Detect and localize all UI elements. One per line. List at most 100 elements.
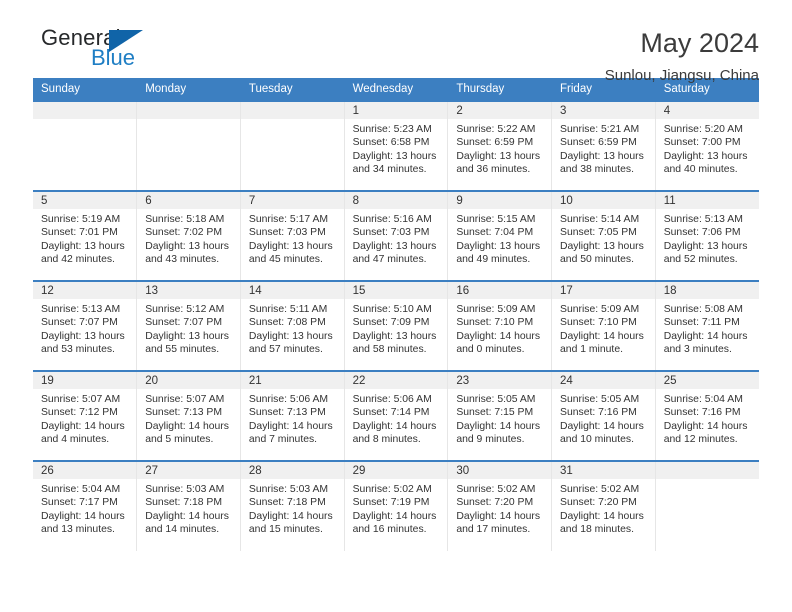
calendar-day-cell[interactable]: 22 Sunrise: 5:06 AM Sunset: 7:14 PM Dayligh…	[344, 370, 449, 461]
calendar-week-row: 1 Sunrise: 5:23 AM Sunset: 6:58 PM Daylight…	[33, 100, 759, 191]
sunrise-text: Sunrise: 5:18 AM	[145, 214, 225, 225]
sunset-text: Sunset: 7:19 PM	[352, 497, 430, 509]
daylight-text: Daylight: 14 hours and 12 minutes.	[663, 420, 748, 446]
sunrise-text: Sunrise: 5:03 AM	[145, 484, 225, 495]
calendar-day-cell[interactable]: 20 Sunrise: 5:07 AM Sunset: 7:13 PM Dayligh…	[136, 370, 241, 461]
calendar-day-cell[interactable]: 23 Sunrise: 5:05 AM Sunset: 7:15 PM Dayligh…	[447, 370, 553, 461]
calendar-day-cell[interactable]: 21 Sunrise: 5:06 AM Sunset: 7:13 PM Dayligh…	[240, 370, 345, 461]
sunset-text: Sunset: 7:16 PM	[663, 407, 741, 419]
sunrise-text: Sunrise: 5:07 AM	[145, 394, 225, 405]
day-details: Sunrise: 5:21 AM Sunset: 6:59 PM Daylight:…	[552, 119, 655, 177]
day-cell-content: 19 Sunrise: 5:07 AM Sunset: 7:12 PM Dayligh…	[33, 372, 137, 460]
calendar-day-cell[interactable]: 24 Sunrise: 5:05 AM Sunset: 7:16 PM Dayligh…	[551, 370, 656, 461]
day-number: 6	[137, 192, 240, 209]
calendar-day-cell[interactable]: 19 Sunrise: 5:07 AM Sunset: 7:12 PM Dayligh…	[33, 370, 138, 461]
day-cell-content: 29 Sunrise: 5:02 AM Sunset: 7:19 PM Dayligh…	[344, 462, 448, 551]
calendar-day-cell[interactable]: 7 Sunrise: 5:17 AM Sunset: 7:03 PM Daylight…	[240, 190, 345, 281]
calendar-day-cell[interactable]: 30 Sunrise: 5:02 AM Sunset: 7:20 PM Dayligh…	[447, 460, 553, 551]
daylight-text: Daylight: 13 hours and 43 minutes.	[145, 240, 229, 266]
sunset-text: Sunset: 7:03 PM	[352, 227, 430, 239]
day-details: Sunrise: 5:03 AM Sunset: 7:18 PM Daylight:…	[241, 479, 344, 537]
calendar-day-cell[interactable]: 27 Sunrise: 5:03 AM Sunset: 7:18 PM Dayligh…	[136, 460, 241, 551]
calendar-day-cell[interactable]: 25 Sunrise: 5:04 AM Sunset: 7:16 PM Dayligh…	[655, 370, 759, 461]
daylight-text: Daylight: 13 hours and 58 minutes.	[352, 330, 437, 356]
day-number: 1	[344, 102, 448, 119]
day-number: 3	[552, 102, 655, 119]
calendar-day-cell[interactable]: 28 Sunrise: 5:03 AM Sunset: 7:18 PM Dayligh…	[240, 460, 345, 551]
calendar-day-cell[interactable]: 26 Sunrise: 5:04 AM Sunset: 7:17 PM Dayligh…	[33, 460, 138, 551]
calendar-day-cell-empty	[136, 100, 241, 191]
day-cell-content: 24 Sunrise: 5:05 AM Sunset: 7:16 PM Dayligh…	[552, 372, 655, 460]
daylight-text: Daylight: 13 hours and 49 minutes.	[456, 240, 541, 266]
weekday-header-monday: Monday	[136, 78, 241, 101]
sunrise-text: Sunrise: 5:03 AM	[248, 484, 329, 495]
sunset-text: Sunset: 6:59 PM	[560, 137, 637, 149]
sunrise-text: Sunrise: 5:04 AM	[41, 484, 121, 495]
daylight-text: Daylight: 14 hours and 17 minutes.	[456, 510, 541, 536]
day-details: Sunrise: 5:16 AM Sunset: 7:03 PM Daylight:…	[345, 209, 448, 267]
daylight-text: Daylight: 14 hours and 18 minutes.	[560, 510, 644, 536]
calendar-day-cell[interactable]: 6 Sunrise: 5:18 AM Sunset: 7:02 PM Daylight…	[136, 190, 241, 281]
daylight-text: Daylight: 14 hours and 10 minutes.	[560, 420, 644, 446]
sunrise-text: Sunrise: 5:17 AM	[248, 214, 329, 225]
calendar-day-cell[interactable]: 31 Sunrise: 5:02 AM Sunset: 7:20 PM Dayligh…	[551, 460, 656, 551]
day-cell-content	[33, 102, 137, 190]
day-cell-content: 14 Sunrise: 5:11 AM Sunset: 7:08 PM Dayligh…	[240, 282, 344, 370]
day-number: 28	[240, 462, 344, 479]
sunset-text: Sunset: 7:16 PM	[560, 407, 637, 419]
day-number: 22	[344, 372, 448, 389]
calendar-page: General Blue May 2024 Sunlou, Jiangsu, C…	[0, 0, 792, 612]
sunset-text: Sunset: 7:02 PM	[145, 227, 223, 239]
calendar-day-cell[interactable]: 10 Sunrise: 5:14 AM Sunset: 7:05 PM Dayligh…	[551, 190, 656, 281]
calendar-day-cell[interactable]: 3 Sunrise: 5:21 AM Sunset: 6:59 PM Daylight…	[551, 100, 656, 191]
day-details: Sunrise: 5:19 AM Sunset: 7:01 PM Daylight:…	[33, 209, 136, 267]
daylight-text: Daylight: 14 hours and 0 minutes.	[456, 330, 541, 356]
day-details: Sunrise: 5:08 AM Sunset: 7:11 PM Daylight:…	[656, 299, 759, 357]
day-number: 12	[33, 282, 137, 299]
day-number	[137, 102, 240, 119]
day-details: Sunrise: 5:10 AM Sunset: 7:09 PM Daylight:…	[345, 299, 448, 357]
calendar-day-cell[interactable]: 15 Sunrise: 5:10 AM Sunset: 7:09 PM Dayligh…	[344, 280, 449, 371]
sunrise-text: Sunrise: 5:13 AM	[663, 214, 743, 225]
calendar-day-cell-empty	[655, 460, 759, 551]
calendar-day-cell[interactable]: 17 Sunrise: 5:09 AM Sunset: 7:10 PM Dayligh…	[551, 280, 656, 371]
calendar-day-cell[interactable]: 2 Sunrise: 5:22 AM Sunset: 6:59 PM Daylight…	[447, 100, 553, 191]
day-number: 4	[655, 102, 759, 119]
calendar-day-cell[interactable]: 14 Sunrise: 5:11 AM Sunset: 7:08 PM Dayligh…	[240, 280, 345, 371]
calendar-day-cell[interactable]: 16 Sunrise: 5:09 AM Sunset: 7:10 PM Dayligh…	[447, 280, 553, 371]
day-number	[655, 462, 759, 479]
sunrise-text: Sunrise: 5:05 AM	[560, 394, 640, 405]
daylight-text: Daylight: 14 hours and 4 minutes.	[41, 420, 125, 446]
sunset-text: Sunset: 7:10 PM	[456, 317, 534, 329]
calendar-day-cell[interactable]: 13 Sunrise: 5:12 AM Sunset: 7:07 PM Dayligh…	[136, 280, 241, 371]
day-number: 9	[448, 192, 552, 209]
daylight-text: Daylight: 13 hours and 57 minutes.	[248, 330, 333, 356]
sunset-text: Sunset: 7:12 PM	[41, 407, 118, 419]
day-details: Sunrise: 5:14 AM Sunset: 7:05 PM Daylight:…	[552, 209, 655, 267]
calendar-day-cell[interactable]: 18 Sunrise: 5:08 AM Sunset: 7:11 PM Dayligh…	[655, 280, 759, 371]
day-number	[33, 102, 137, 119]
sunrise-text: Sunrise: 5:21 AM	[560, 124, 640, 135]
calendar-day-cell[interactable]: 8 Sunrise: 5:16 AM Sunset: 7:03 PM Daylight…	[344, 190, 449, 281]
calendar-day-cell[interactable]: 1 Sunrise: 5:23 AM Sunset: 6:58 PM Daylight…	[344, 100, 449, 191]
calendar-day-cell[interactable]: 4 Sunrise: 5:20 AM Sunset: 7:00 PM Daylight…	[655, 100, 759, 191]
sunset-text: Sunset: 7:07 PM	[41, 317, 118, 329]
calendar-day-cell[interactable]: 5 Sunrise: 5:19 AM Sunset: 7:01 PM Daylight…	[33, 190, 138, 281]
sunset-text: Sunset: 7:10 PM	[560, 317, 637, 329]
calendar-day-cell[interactable]: 12 Sunrise: 5:13 AM Sunset: 7:07 PM Dayligh…	[33, 280, 138, 371]
weekday-header-tuesday: Tuesday	[240, 78, 345, 101]
calendar-day-cell[interactable]: 29 Sunrise: 5:02 AM Sunset: 7:19 PM Dayligh…	[344, 460, 449, 551]
general-blue-logo[interactable]: General Blue	[33, 26, 173, 76]
page-header: General Blue May 2024 Sunlou, Jiangsu, C…	[33, 0, 759, 85]
sunset-text: Sunset: 7:08 PM	[248, 317, 326, 329]
day-details: Sunrise: 5:02 AM Sunset: 7:20 PM Daylight:…	[552, 479, 655, 537]
day-cell-content	[137, 102, 240, 190]
sunset-text: Sunset: 6:59 PM	[456, 137, 534, 149]
day-cell-content: 4 Sunrise: 5:20 AM Sunset: 7:00 PM Daylight…	[655, 102, 759, 190]
calendar-day-cell[interactable]: 11 Sunrise: 5:13 AM Sunset: 7:06 PM Dayligh…	[655, 190, 759, 281]
day-details: Sunrise: 5:11 AM Sunset: 7:08 PM Daylight:…	[241, 299, 344, 357]
calendar-week-row: 26 Sunrise: 5:04 AM Sunset: 7:17 PM Dayligh…	[33, 460, 759, 551]
day-details: Sunrise: 5:20 AM Sunset: 7:00 PM Daylight:…	[656, 119, 759, 177]
calendar-day-cell[interactable]: 9 Sunrise: 5:15 AM Sunset: 7:04 PM Daylight…	[447, 190, 553, 281]
day-cell-content: 13 Sunrise: 5:12 AM Sunset: 7:07 PM Dayligh…	[137, 282, 240, 370]
